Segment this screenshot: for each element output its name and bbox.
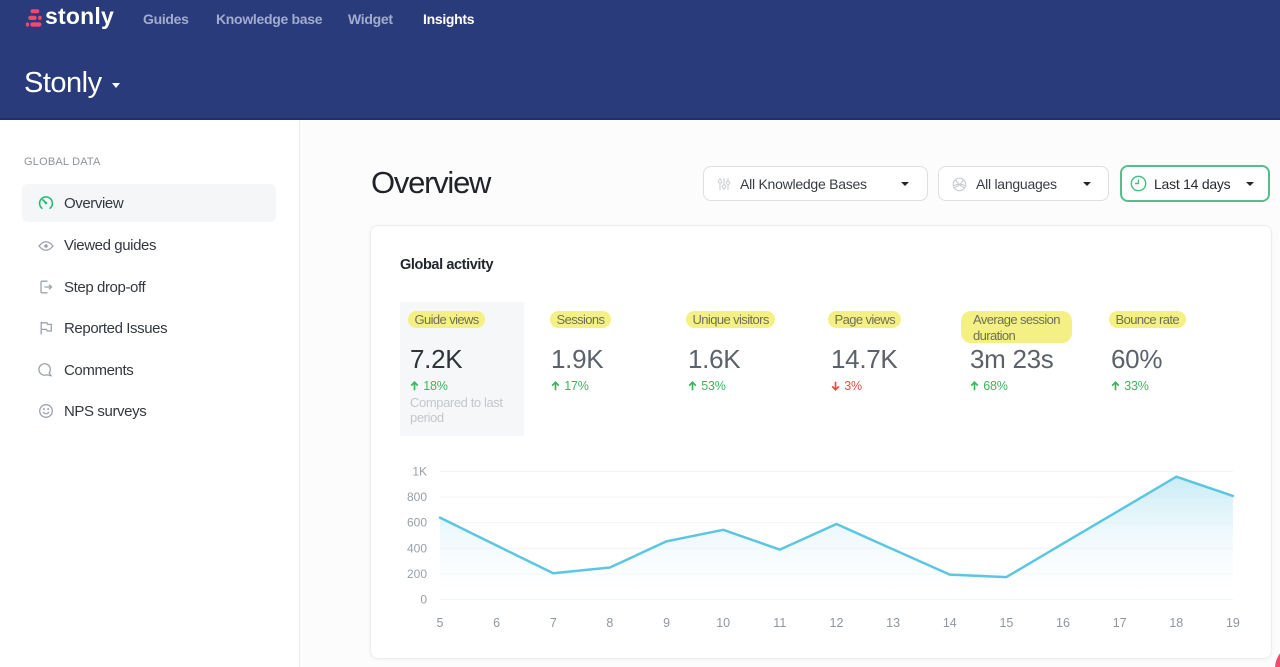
svg-text:400: 400 xyxy=(407,541,427,555)
svg-text:8: 8 xyxy=(606,616,613,630)
svg-text:17: 17 xyxy=(1113,616,1127,630)
svg-text:15: 15 xyxy=(999,616,1013,630)
svg-text:18: 18 xyxy=(1169,616,1183,630)
svg-text:1K: 1K xyxy=(412,465,427,479)
svg-text:11: 11 xyxy=(773,616,786,630)
svg-text:16: 16 xyxy=(1056,616,1070,630)
svg-text:12: 12 xyxy=(830,616,844,630)
svg-text:800: 800 xyxy=(407,490,427,504)
svg-text:13: 13 xyxy=(886,616,900,630)
svg-text:0: 0 xyxy=(420,593,427,607)
svg-text:6: 6 xyxy=(493,616,500,630)
svg-text:19: 19 xyxy=(1226,616,1240,630)
svg-text:9: 9 xyxy=(663,616,670,630)
svg-text:14: 14 xyxy=(943,616,957,630)
svg-text:600: 600 xyxy=(407,516,427,530)
svg-text:10: 10 xyxy=(716,616,730,630)
svg-text:200: 200 xyxy=(407,567,427,581)
svg-text:7: 7 xyxy=(550,616,557,630)
svg-text:5: 5 xyxy=(437,616,444,630)
